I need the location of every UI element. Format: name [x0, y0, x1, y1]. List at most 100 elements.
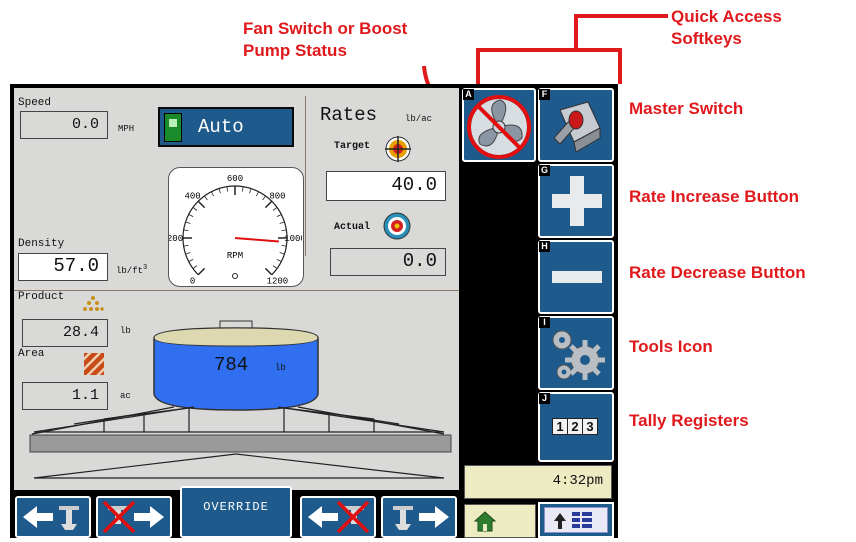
gauge-hub: [232, 273, 238, 279]
target-label: Target: [334, 141, 371, 152]
minus-icon: [552, 271, 602, 283]
rate-decrease-softkey[interactable]: H: [538, 240, 614, 314]
rates-title: Rates: [320, 104, 378, 126]
product-label: Product: [18, 291, 65, 303]
key-letter-i: I: [539, 317, 550, 328]
vertical-divider: [305, 96, 306, 256]
gauge-tick-label: 1000: [284, 234, 302, 244]
tools-softkey[interactable]: I: [538, 316, 614, 390]
speed-value: 0.0: [20, 111, 108, 139]
key-letter-h: H: [539, 241, 550, 252]
gauge-tick: [197, 200, 206, 209]
gauge-tick: [276, 214, 282, 218]
mode-label: Auto: [198, 116, 244, 138]
tally-softkey[interactable]: J 1 2 3: [538, 392, 614, 462]
tank-unit: lb: [275, 363, 286, 373]
rates-unit: lb/ac: [405, 114, 433, 124]
key-letter-j: J: [539, 393, 550, 404]
gauge-tick: [249, 188, 252, 194]
callout-rate-increase: Rate Increase Button: [629, 187, 800, 206]
section-left-off-button[interactable]: [96, 496, 172, 538]
tally-icon: 1 2 3: [552, 418, 598, 435]
gauge-tick: [188, 258, 194, 262]
gauge-tick: [255, 191, 259, 197]
key-letter-g: G: [539, 165, 550, 176]
gauge-tick: [211, 191, 215, 197]
target-rate-value[interactable]: 40.0: [326, 171, 446, 201]
section-right-on-button[interactable]: [381, 496, 457, 538]
key-letter-f: F: [539, 89, 550, 100]
rate-increase-softkey[interactable]: G: [538, 164, 614, 238]
gauge-tick-label: 400: [184, 192, 200, 202]
rpm-gauge: 0 200 400 600 800 1000 1200 RPM: [168, 167, 304, 287]
nozzle-off-arrow-right-icon: [102, 500, 164, 534]
gauge-tick: [204, 195, 208, 201]
up-arrow-menu-icon: [554, 512, 592, 529]
callout-tools: Tools Icon: [629, 337, 713, 356]
section-right-off-button[interactable]: [300, 496, 376, 538]
actual-rate-value: 0.0: [330, 248, 446, 276]
fan-switch-softkey[interactable]: A: [462, 88, 536, 162]
density-label: Density: [18, 238, 65, 250]
gears-icon: [552, 330, 605, 380]
gauge-tick: [279, 221, 285, 224]
section-left-on-button[interactable]: [15, 496, 91, 538]
master-switch-icon: [553, 101, 601, 153]
arrow-left-nozzle-off-icon: [308, 500, 370, 534]
gauge-tick: [264, 200, 273, 209]
gauge-tick: [272, 207, 278, 211]
gauge-tick: [281, 229, 287, 232]
fan-icon: [467, 95, 531, 159]
product-icon: [83, 296, 104, 311]
gauge-tick-label: 1200: [267, 276, 289, 285]
mode-switch-icon: [164, 113, 182, 142]
arrow-left-nozzle-icon: [23, 506, 79, 530]
tank-value: 784: [214, 354, 249, 376]
gauge-tick-label: 600: [227, 174, 243, 184]
actual-label: Actual: [334, 222, 371, 233]
gauge-tick: [188, 214, 194, 218]
gauge-tick: [281, 244, 287, 247]
gauge-tick-label: 0: [190, 276, 195, 285]
density-value[interactable]: 57.0: [18, 253, 108, 281]
gauge-tick: [185, 252, 191, 255]
mode-button[interactable]: Auto: [158, 107, 294, 147]
gauge-tick: [276, 258, 282, 262]
gauge-tick: [226, 186, 229, 192]
gauge-tick: [279, 252, 285, 255]
home-icon: [473, 511, 497, 532]
gauge-tick: [185, 221, 191, 224]
callout-rate-decrease: Rate Decrease Button: [629, 263, 806, 282]
override-button[interactable]: OVERRIDE: [180, 486, 292, 538]
speed-label: Speed: [18, 97, 52, 109]
tally-digit-3: 3: [583, 419, 597, 434]
menu-up-button[interactable]: [538, 502, 614, 538]
gauge-tick: [241, 186, 244, 192]
master-switch-softkey[interactable]: F: [538, 88, 614, 162]
gauge-tick: [183, 229, 189, 232]
gauge-tick: [183, 244, 189, 247]
gauge-tick: [192, 207, 198, 211]
gauge-unit-label: RPM: [227, 251, 243, 261]
gauge-tick: [262, 195, 266, 201]
gauge-tick-label: 800: [269, 192, 285, 202]
callout-master-switch: Master Switch: [629, 99, 744, 118]
gauge-tick: [264, 267, 273, 276]
key-letter-a: A: [463, 89, 474, 100]
nozzle-arrow-right-icon: [393, 506, 449, 530]
tank-boom-graphic: [29, 320, 452, 479]
plus-icon: [552, 176, 602, 226]
gauge-tick: [218, 188, 221, 194]
target-icon: [385, 136, 411, 162]
callout-tally: Tally Registers: [629, 411, 749, 430]
home-button[interactable]: [464, 504, 536, 538]
gauge-tick: [192, 265, 198, 269]
actual-icon: [383, 212, 411, 240]
density-unit: lb/ft3: [116, 264, 148, 276]
gauge-needle: [234, 237, 279, 243]
clock-display: 4:32pm: [464, 465, 612, 499]
tally-digit-2: 2: [568, 419, 582, 434]
override-label: OVERRIDE: [203, 500, 269, 514]
horizontal-divider: [14, 290, 459, 291]
speed-unit: MPH: [118, 124, 135, 134]
